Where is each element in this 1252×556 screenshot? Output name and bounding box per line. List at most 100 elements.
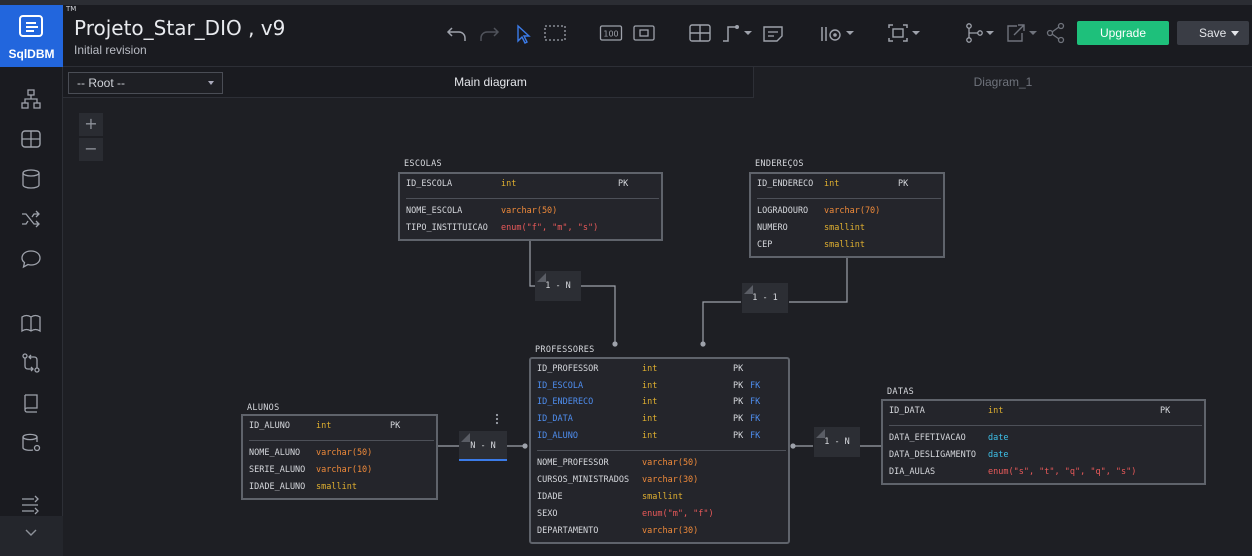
column-name: ID_ESCOLA bbox=[406, 179, 453, 189]
tab-diagram-1[interactable]: Diagram_1 bbox=[753, 67, 1252, 98]
table-row[interactable]: NOME_PROFESSOR varchar(50) bbox=[537, 458, 787, 472]
table-row[interactable]: SERIE_ALUNO varchar(10) bbox=[249, 465, 435, 479]
relation-corner-icon bbox=[537, 273, 546, 282]
divider bbox=[537, 450, 786, 451]
table-row[interactable]: CEP smallint bbox=[757, 240, 942, 254]
table-professores[interactable]: ID_PROFESSOR int PK ID_ESCOLA int PK FK … bbox=[529, 357, 790, 544]
column-type: smallint bbox=[824, 240, 865, 250]
sqldbm-logo[interactable]: SqlDBM bbox=[0, 5, 63, 67]
upgrade-button[interactable]: Upgrade bbox=[1077, 21, 1169, 45]
table-row[interactable]: ID_ALUNO int PK FK bbox=[537, 431, 787, 445]
table-row[interactable]: NOME_ESCOLA varchar(50) bbox=[406, 206, 661, 220]
column-type: int bbox=[501, 179, 517, 189]
diagram-canvas[interactable]: + − ESCOLAS ID_ESCOLA int PK NOME_ESCOLA… bbox=[63, 98, 1252, 556]
table-row[interactable]: IDADE smallint bbox=[537, 492, 787, 506]
root-select[interactable]: -- Root -- bbox=[68, 72, 223, 94]
column-type: int bbox=[642, 431, 658, 441]
pk-badge: PK bbox=[733, 431, 744, 441]
hierarchy-icon[interactable] bbox=[20, 88, 42, 110]
project-title[interactable]: Projeto_Star_DIO , v9 bbox=[74, 16, 285, 40]
table-row[interactable]: TIPO_INSTITUICAO enum("f", "m", "s") bbox=[406, 223, 661, 237]
table-row[interactable]: IDADE_ALUNO smallint bbox=[249, 482, 435, 496]
column-name: DATA_DESLIGAMENTO bbox=[889, 450, 976, 460]
table-row[interactable]: SEXO enum("m", "f") bbox=[537, 509, 787, 523]
undo-icon[interactable] bbox=[445, 19, 469, 47]
pk-badge: PK bbox=[618, 179, 629, 189]
table-escolas-title: ESCOLAS bbox=[404, 159, 442, 169]
table-row[interactable]: DIA_AULAS enum("s", "t", "q", "q", "s") bbox=[889, 467, 1204, 481]
table-row[interactable]: ID_ALUNO int PK bbox=[249, 421, 435, 435]
table-alunos[interactable]: ID_ALUNO int PK NOME_ALUNO varchar(50) S… bbox=[241, 414, 438, 500]
table-row[interactable]: ID_ENDERECO int PK bbox=[757, 179, 942, 193]
column-name: ID_ESCOLA bbox=[537, 381, 584, 391]
sqldbm-app: SqlDBM TM Projeto_Star_DIO , v9 Initial … bbox=[0, 0, 1252, 556]
column-name: SERIE_ALUNO bbox=[249, 465, 306, 475]
document-icon[interactable] bbox=[20, 392, 42, 414]
pointer-icon[interactable] bbox=[513, 19, 533, 47]
fk-badge: FK bbox=[750, 381, 761, 391]
table-enderecos-title: ENDEREÇOS bbox=[755, 159, 804, 169]
shuffle-icon[interactable] bbox=[20, 208, 42, 230]
redo-icon[interactable] bbox=[477, 19, 501, 47]
column-name: DATA_EFETIVACAO bbox=[889, 433, 966, 443]
relation-label: N - N bbox=[470, 441, 496, 451]
table-row[interactable]: ID_ENDERECO int PK FK bbox=[537, 397, 787, 411]
add-table-icon[interactable] bbox=[688, 19, 712, 47]
auto-layout-icon[interactable] bbox=[887, 19, 921, 47]
database-settings-icon[interactable] bbox=[20, 432, 42, 454]
column-name: DIA_AULAS bbox=[889, 467, 936, 477]
export-icon[interactable] bbox=[1004, 19, 1038, 47]
selection-rectangle-icon[interactable] bbox=[543, 19, 567, 47]
table-row[interactable]: CURSOS_MINISTRADOS varchar(30) bbox=[537, 475, 787, 489]
view-mode-icon[interactable] bbox=[819, 19, 855, 47]
table-row[interactable]: DEPARTAMENTO varchar(30) bbox=[537, 526, 787, 540]
table-row[interactable]: ID_DATA int PK bbox=[889, 406, 1204, 420]
column-type: varchar(30) bbox=[642, 475, 699, 485]
fk-badge: FK bbox=[750, 431, 761, 441]
column-type: int bbox=[642, 381, 658, 391]
add-note-icon[interactable] bbox=[761, 19, 785, 47]
column-name: IDADE_ALUNO bbox=[249, 482, 306, 492]
relation-escolas-professores[interactable]: 1 - N bbox=[535, 271, 581, 301]
column-type: smallint bbox=[824, 223, 865, 233]
zoom-100-icon[interactable]: 100 bbox=[599, 19, 623, 47]
column-name: ID_PROFESSOR bbox=[537, 364, 599, 374]
trademark: TM bbox=[66, 5, 77, 13]
table-row[interactable]: ID_ESCOLA int PK bbox=[406, 179, 661, 193]
chevron-down-icon bbox=[1231, 31, 1239, 36]
table-row[interactable]: NUMERO smallint bbox=[757, 223, 942, 237]
share-icon[interactable] bbox=[1045, 19, 1067, 47]
table-row[interactable]: ID_DATA int PK FK bbox=[537, 414, 787, 428]
sidebar-collapse-button[interactable] bbox=[0, 516, 63, 556]
compare-icon[interactable] bbox=[20, 352, 42, 374]
table-row[interactable]: DATA_DESLIGAMENTO date bbox=[889, 450, 1204, 464]
branch-icon[interactable] bbox=[964, 19, 998, 47]
table-row[interactable]: DATA_EFETIVACAO date bbox=[889, 433, 1204, 447]
database-icon[interactable] bbox=[20, 168, 42, 190]
table-row[interactable]: NOME_ALUNO varchar(50) bbox=[249, 448, 435, 462]
table-row[interactable]: LOGRADOURO varchar(70) bbox=[757, 206, 942, 220]
relation-professores-datas[interactable]: 1 - N bbox=[814, 427, 860, 457]
table-row[interactable]: ID_ESCOLA int PK FK bbox=[537, 381, 787, 395]
table-datas[interactable]: ID_DATA int PK DATA_EFETIVACAO date DATA… bbox=[881, 399, 1206, 485]
comment-icon[interactable] bbox=[20, 248, 42, 270]
tables-icon[interactable] bbox=[20, 128, 42, 150]
relation-alunos-professores[interactable]: N - N bbox=[459, 431, 507, 461]
table-enderecos[interactable]: ID_ENDERECO int PK LOGRADOURO varchar(70… bbox=[749, 172, 945, 258]
book-icon[interactable] bbox=[20, 312, 42, 334]
relation-corner-icon bbox=[816, 429, 825, 438]
tab-main-diagram[interactable]: Main diagram bbox=[228, 67, 753, 98]
column-type: varchar(50) bbox=[501, 206, 558, 216]
column-name: DEPARTAMENTO bbox=[537, 526, 599, 536]
table-escolas[interactable]: ID_ESCOLA int PK NOME_ESCOLA varchar(50)… bbox=[398, 172, 663, 241]
logo-icon bbox=[19, 15, 43, 37]
relation-enderecos-professores[interactable]: 1 - 1 bbox=[742, 283, 788, 313]
fit-screen-icon[interactable] bbox=[632, 19, 656, 47]
column-type: int bbox=[642, 364, 658, 374]
left-sidebar bbox=[0, 67, 63, 556]
table-row[interactable]: ID_PROFESSOR int PK bbox=[537, 364, 787, 378]
pk-badge: PK bbox=[733, 397, 744, 407]
add-relation-icon[interactable] bbox=[720, 19, 754, 47]
save-button[interactable]: Save bbox=[1177, 21, 1249, 45]
export-list-icon[interactable] bbox=[20, 494, 42, 516]
